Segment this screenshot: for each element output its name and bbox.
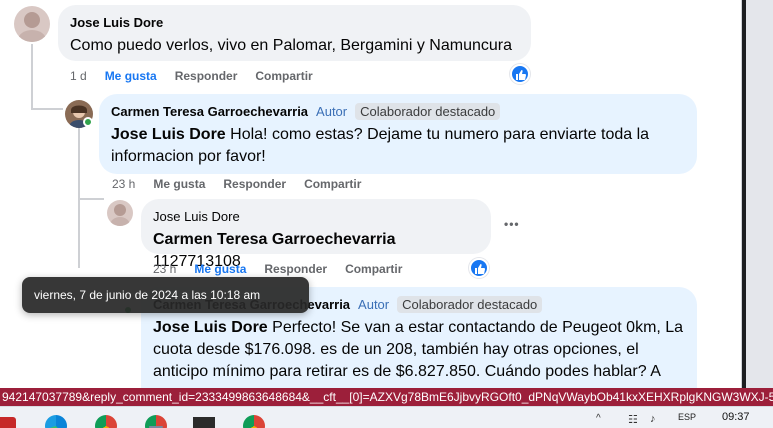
mention-link[interactable]: Jose Luis Dore: [153, 319, 268, 336]
comment-timestamp[interactable]: 23 h: [153, 262, 176, 276]
edge-icon[interactable]: [45, 415, 67, 428]
language-indicator[interactable]: ESP: [678, 412, 696, 422]
timestamp-tooltip: viernes, 7 de junio de 2024 a las 10:18 …: [22, 277, 309, 313]
comment-author[interactable]: Carmen Teresa Garroechevarria: [111, 104, 308, 119]
chrome-icon[interactable]: [243, 415, 265, 428]
featured-contributor-badge: Colaborador destacado: [355, 102, 501, 120]
thread-line-reply-curve: [78, 198, 104, 200]
reply-button[interactable]: Responder: [264, 262, 327, 276]
share-button[interactable]: Compartir: [255, 69, 312, 83]
avatar-jose-luis[interactable]: [14, 6, 50, 42]
windows-taskbar: ^ ☷ ♪ ESP 09:37: [0, 406, 773, 428]
share-button[interactable]: Compartir: [304, 177, 361, 191]
like-thumb-icon[interactable]: [510, 64, 530, 84]
comment-text: Jose Luis Dore Perfecto! Se van a estar …: [153, 317, 685, 383]
network-icon[interactable]: ☷: [628, 413, 638, 426]
featured-contributor-badge: Colaborador destacado: [397, 295, 543, 313]
comment-author[interactable]: Jose Luis Dore: [153, 209, 240, 224]
comment-actions-1: 1 d Me gusta Responder Compartir: [70, 69, 331, 83]
volume-icon[interactable]: ♪: [650, 413, 656, 425]
comment-text: Como puedo verlos, vivo en Palomar, Berg…: [70, 37, 512, 54]
comment-bubble-1: Jose Luis Dore Como puedo verlos, vivo e…: [58, 5, 531, 61]
like-button[interactable]: Me gusta: [153, 177, 205, 191]
right-panel-edge: [741, 0, 773, 388]
link-status-bar: 942147037789&reply_comment_id=2333499863…: [0, 388, 773, 406]
chrome-icon[interactable]: [95, 415, 117, 428]
comment-actions-2: 23 h Me gusta Responder Compartir: [112, 177, 379, 191]
mention-link[interactable]: Jose Luis Dore: [111, 126, 226, 143]
reply-button[interactable]: Responder: [175, 69, 238, 83]
more-options-icon[interactable]: •••: [504, 217, 520, 231]
tray-overflow-icon[interactable]: ^: [596, 413, 601, 424]
share-button[interactable]: Compartir: [345, 262, 402, 276]
comment-text: Jose Luis Dore Hola! como estas? Dejame …: [111, 124, 685, 168]
author-badge: Autor: [358, 296, 390, 312]
clock[interactable]: 09:37: [722, 411, 750, 423]
like-thumb-icon[interactable]: [469, 258, 489, 278]
comment-author[interactable]: Jose Luis Dore: [70, 15, 163, 30]
scrollbar-edge: [742, 0, 746, 388]
thread-line-main: [31, 44, 33, 110]
comment-bubble-2: Carmen Teresa Garroechevarria Autor Cola…: [99, 94, 697, 174]
like-button[interactable]: Me gusta: [194, 262, 246, 276]
app-icon[interactable]: [0, 417, 16, 428]
app-icon[interactable]: [193, 417, 215, 428]
author-badge: Autor: [316, 103, 348, 119]
mention-link[interactable]: Carmen Teresa Garroechevarria: [153, 231, 396, 248]
reply-button[interactable]: Responder: [223, 177, 286, 191]
online-status-icon: [83, 117, 93, 127]
thread-line-curve: [31, 108, 63, 110]
comment-bubble-3: Jose Luis Dore Carmen Teresa Garroecheva…: [141, 199, 491, 270]
like-button[interactable]: Me gusta: [105, 69, 157, 83]
avatar-jose-luis-reply[interactable]: [107, 200, 133, 226]
comment-actions-3: 23 h Me gusta Responder Compartir: [153, 262, 420, 276]
comment-timestamp[interactable]: 1 d: [70, 69, 87, 83]
comment-timestamp[interactable]: 23 h: [112, 177, 135, 191]
